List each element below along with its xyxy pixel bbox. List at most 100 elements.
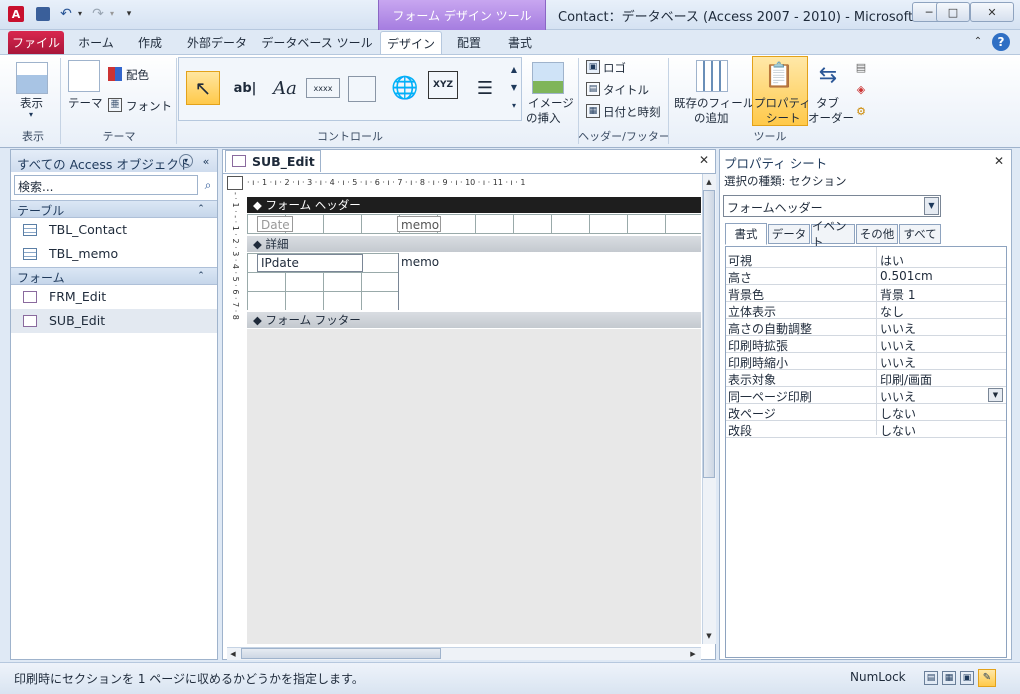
datetime-button[interactable]: 日付と時刻	[603, 104, 661, 120]
property-row[interactable]: 改ページ しない	[726, 404, 1006, 421]
property-row[interactable]: 立体表示 なし	[726, 302, 1006, 319]
insert-image-label1[interactable]: イメージ	[528, 95, 574, 111]
vertical-scroll-thumb[interactable]	[703, 190, 715, 478]
convert-macros-icon[interactable]: ⚙	[854, 104, 868, 118]
tab-external-data[interactable]: 外部データ	[178, 31, 256, 54]
theme-button[interactable]: テーマ	[68, 95, 103, 111]
tab-create[interactable]: 作成	[126, 31, 174, 54]
save-icon[interactable]	[36, 7, 50, 21]
property-value[interactable]: しない	[880, 405, 916, 422]
section-detail[interactable]: ◆ 詳細	[247, 236, 701, 252]
fonts-button[interactable]: フォント	[126, 98, 172, 114]
memo-label-control[interactable]: memo	[397, 216, 441, 232]
logo-button[interactable]: ロゴ	[603, 60, 626, 76]
scroll-down-icon[interactable]: ▼	[703, 630, 715, 642]
property-row[interactable]: 高さ 0.501cm	[726, 268, 1006, 285]
tab-order-icon[interactable]: ⇆	[812, 60, 844, 92]
insert-image-label2[interactable]: の挿入	[526, 110, 561, 126]
title-icon[interactable]: ▤	[586, 82, 600, 96]
property-row[interactable]: 表示対象 印刷/画面	[726, 370, 1006, 387]
textbox-control-icon[interactable]: ab|	[228, 71, 262, 105]
document-close-icon[interactable]: ✕	[697, 153, 711, 167]
property-row[interactable]: 可視 はい	[726, 251, 1006, 268]
prop-tab-format[interactable]: 書式	[725, 223, 767, 245]
property-value[interactable]: 背景 1	[880, 286, 915, 303]
search-icon[interactable]: ⌕	[200, 177, 216, 193]
gallery-scroll-down-icon[interactable]: ▼	[508, 80, 520, 96]
nav-section-tables[interactable]: テーブル ⌃	[11, 200, 217, 218]
title-button[interactable]: タイトル	[603, 82, 649, 98]
view-code-icon[interactable]: ◈	[854, 82, 868, 96]
form-view-icon[interactable]: ▤	[924, 671, 938, 685]
section-collapse-icon[interactable]: ⌃	[195, 270, 207, 282]
property-row[interactable]: 背景色 背景 1	[726, 285, 1006, 302]
tab-file[interactable]: ファイル	[8, 31, 64, 54]
nav-item-frm-edit[interactable]: FRM_Edit	[11, 285, 217, 309]
prop-tab-event[interactable]: イベント	[811, 219, 855, 249]
label-control-icon[interactable]: Aa	[268, 71, 302, 105]
subform-icon[interactable]: ▤	[854, 60, 868, 74]
redo-icon[interactable]: ↷	[90, 5, 106, 23]
view-dropdown-icon[interactable]: ▾	[26, 110, 36, 120]
nav-item-tbl-memo[interactable]: TBL_memo	[11, 242, 217, 266]
horizontal-scroll-thumb[interactable]	[241, 648, 441, 659]
close-button[interactable]: ✕	[970, 2, 1014, 22]
ipdate-textbox[interactable]: IPdate	[257, 254, 363, 272]
property-value[interactable]: いいえ	[880, 320, 916, 337]
memo-textbox[interactable]: memo	[398, 253, 701, 310]
colors-icon[interactable]	[108, 67, 122, 81]
add-existing-fields-icon[interactable]	[696, 60, 728, 92]
navigation-control-icon[interactable]: ☰	[468, 71, 502, 105]
nav-collapse-icon[interactable]: «	[199, 154, 213, 168]
scroll-left-icon[interactable]: ◀	[227, 648, 239, 660]
button-control-icon[interactable]: xxxx	[306, 78, 340, 98]
property-value[interactable]: 0.501cm	[880, 269, 933, 283]
scroll-up-icon[interactable]: ▲	[703, 176, 715, 188]
scroll-right-icon[interactable]: ▶	[687, 648, 699, 660]
date-label-control[interactable]: Date	[257, 216, 293, 232]
property-sheet-close-icon[interactable]: ✕	[992, 154, 1006, 168]
fonts-icon[interactable]: 亜	[108, 98, 122, 112]
property-dropdown-arrow-icon[interactable]: ▼	[988, 388, 1003, 402]
prop-tab-data[interactable]: データ	[768, 224, 810, 244]
property-value[interactable]: 印刷/画面	[880, 371, 932, 388]
tab-design[interactable]: デザイン	[380, 31, 442, 54]
section-collapse-icon[interactable]: ⌃	[195, 203, 207, 215]
logo-icon[interactable]: ▣	[586, 60, 600, 74]
section-form-footer[interactable]: ◆ フォーム フッター	[247, 312, 701, 328]
undo-icon[interactable]: ↶	[58, 5, 74, 23]
maximize-button[interactable]: □	[936, 2, 970, 22]
property-row[interactable]: 印刷時縮小 いいえ	[726, 353, 1006, 370]
property-value[interactable]: なし	[880, 303, 904, 320]
access-app-icon[interactable]: A	[8, 6, 24, 22]
tab-arrange[interactable]: 配置	[446, 31, 492, 54]
datetime-icon[interactable]: ▦	[586, 104, 600, 118]
add-existing-fields-label2[interactable]: の追加	[694, 110, 729, 126]
property-value[interactable]: いいえ	[880, 337, 916, 354]
nav-pane-header[interactable]: すべての Access オブジェクト ▾ «	[11, 150, 217, 172]
design-view-icon[interactable]: ✎	[978, 669, 996, 687]
undo-dropdown-icon[interactable]: ▾	[76, 7, 84, 21]
property-row[interactable]: 高さの自動調整 いいえ	[726, 319, 1006, 336]
form-header-grid[interactable]	[247, 214, 701, 234]
prop-tab-other[interactable]: その他	[856, 224, 898, 244]
redo-dropdown-icon[interactable]: ▾	[108, 7, 116, 21]
tab-order-label1[interactable]: タブ	[816, 95, 839, 111]
gallery-more-icon[interactable]: ▾	[508, 98, 520, 114]
selection-dropdown[interactable]: フォームヘッダー	[723, 195, 941, 217]
prop-tab-all[interactable]: すべて	[899, 224, 941, 244]
view-button[interactable]: 表示	[20, 95, 43, 111]
select-pointer-icon[interactable]: ↖	[186, 71, 220, 105]
help-icon[interactable]: ?	[992, 33, 1010, 51]
gallery-scroll-up-icon[interactable]: ▲	[508, 62, 520, 78]
property-row[interactable]: 印刷時拡張 いいえ	[726, 336, 1006, 353]
customize-qat-icon[interactable]: ▾	[124, 7, 134, 21]
nav-menu-dropdown-icon[interactable]: ▾	[179, 154, 193, 168]
hyperlink-icon[interactable]: 🌐	[388, 71, 422, 105]
property-row[interactable]: 同一ページ印刷 いいえ ▼	[726, 387, 1006, 404]
nav-item-tbl-contact[interactable]: TBL_Contact	[11, 218, 217, 242]
property-value[interactable]: いいえ	[880, 388, 916, 405]
web-browser-control-icon[interactable]: XYZ	[428, 71, 458, 99]
tab-database-tools[interactable]: データベース ツール	[260, 31, 374, 54]
insert-image-icon[interactable]	[532, 62, 564, 94]
